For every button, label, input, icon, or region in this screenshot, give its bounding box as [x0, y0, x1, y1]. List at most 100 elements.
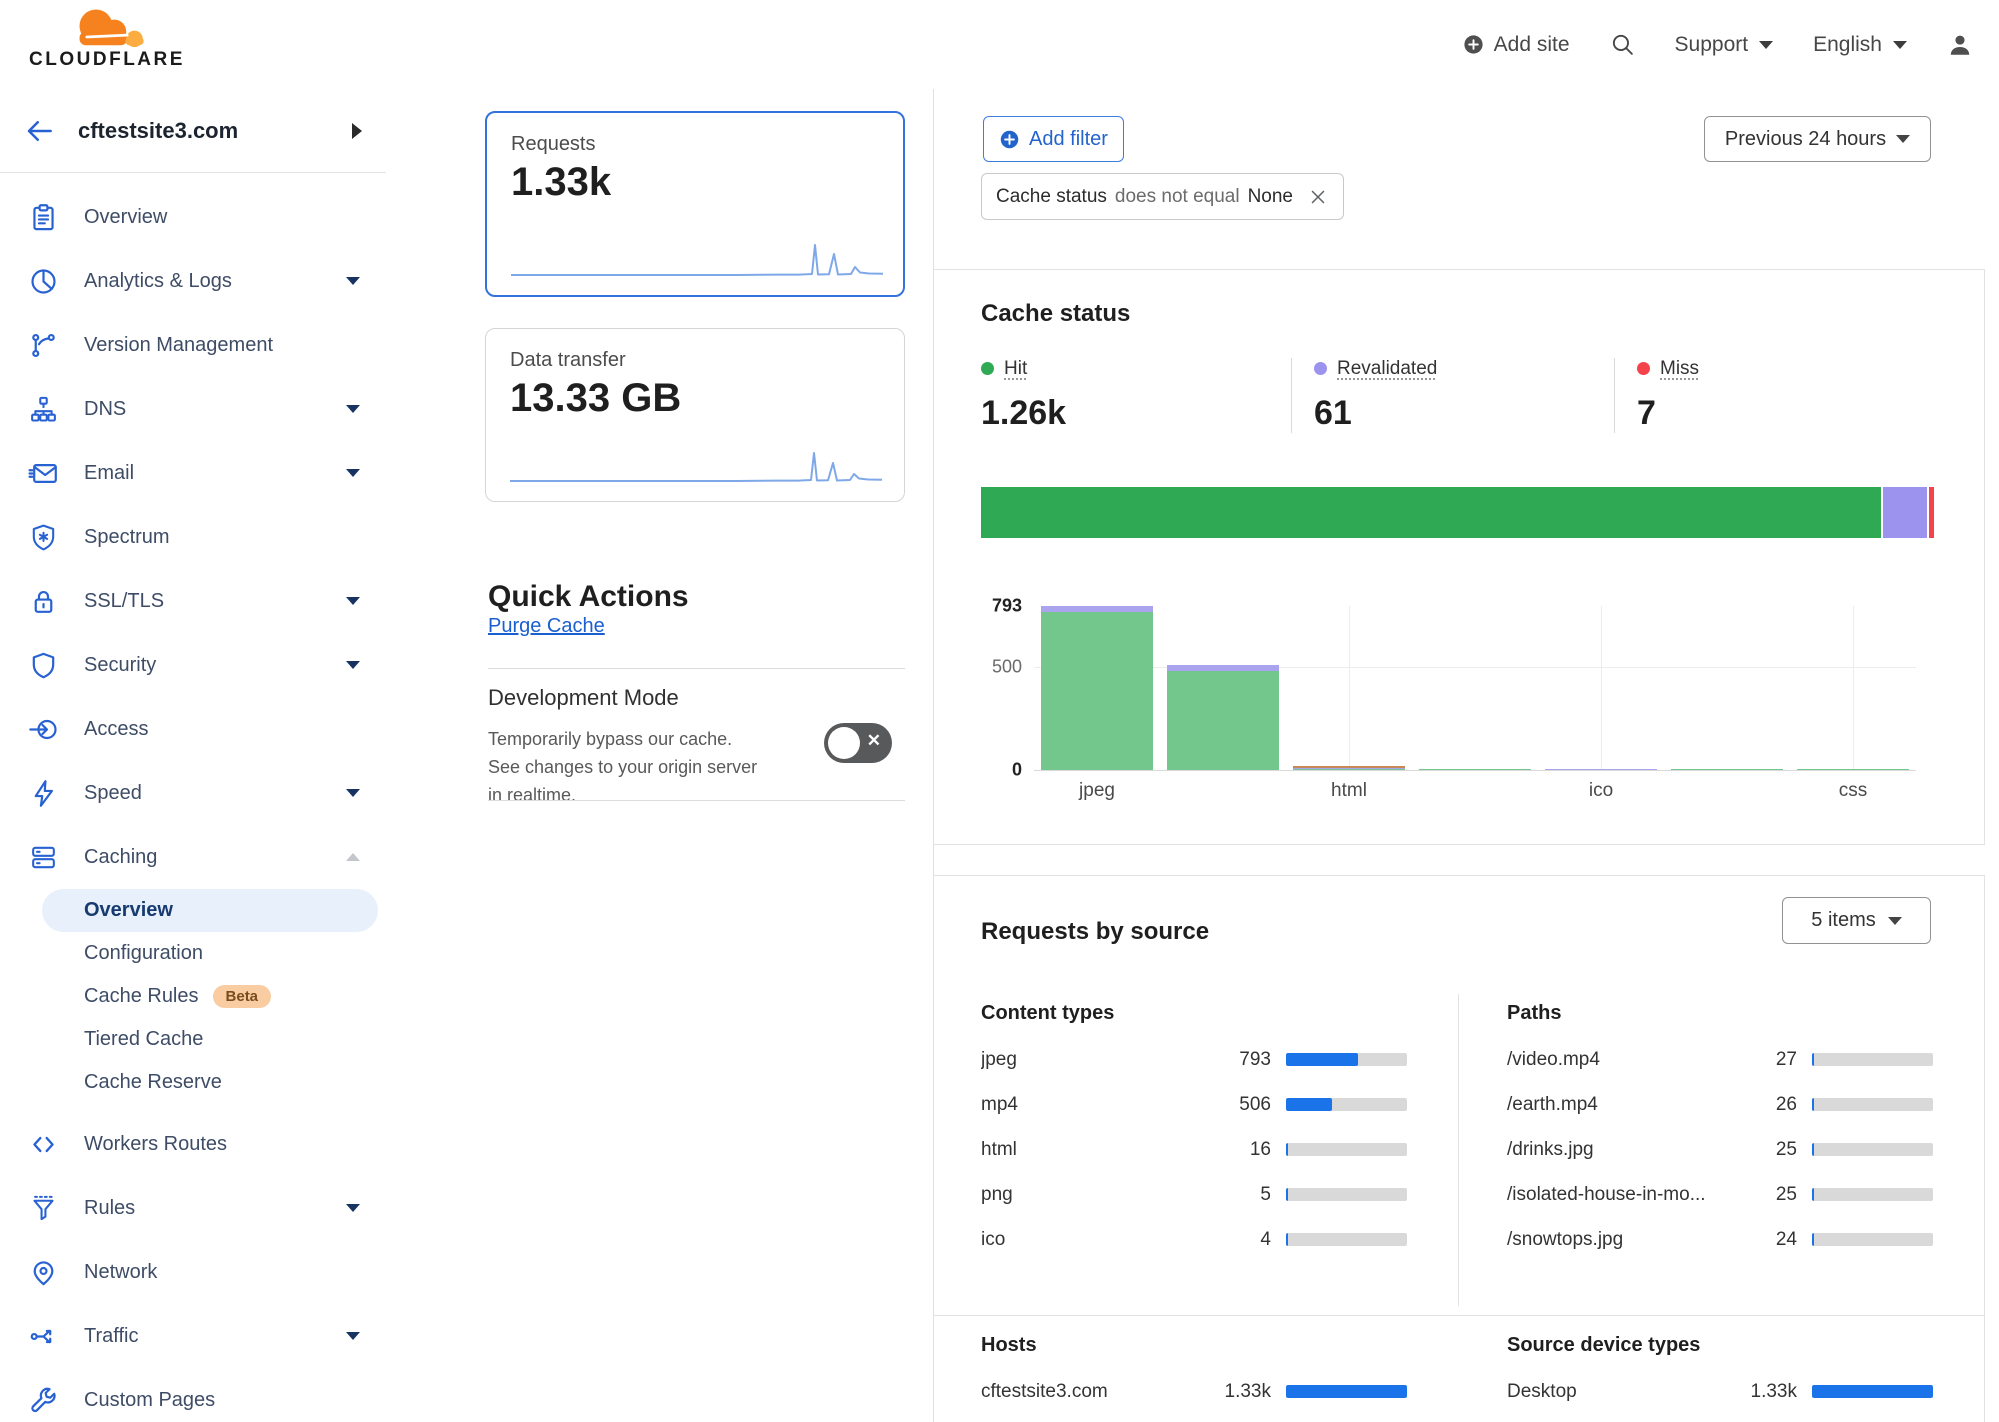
cloudflare-dashboard: CLOUDFLARE Add site Support: [0, 0, 1999, 1422]
requests-by-source-title: Requests by source: [981, 918, 1209, 946]
add-filter-label: Add filter: [1029, 128, 1108, 151]
sidebar-item-custom-pages[interactable]: Custom Pages: [0, 1368, 386, 1422]
top-bar: CLOUDFLARE Add site Support: [0, 0, 1999, 90]
legend-label-row: Revalidated: [1314, 358, 1614, 380]
sidebar-item-label: Rules: [84, 1197, 135, 1220]
cache-stat-miss: Miss7: [1614, 358, 1954, 433]
row-value: 25: [1733, 1139, 1797, 1161]
sidebar-subitem-cache-rules[interactable]: Cache RulesBeta: [42, 975, 378, 1018]
language-menu[interactable]: English: [1813, 33, 1907, 57]
sidebar-item-overview[interactable]: Overview: [0, 185, 386, 249]
table-row: /earth.mp426: [1507, 1082, 1933, 1127]
sidebar-item-ssl-tls[interactable]: SSL/TLS: [0, 569, 386, 633]
chevron-down-icon: [346, 405, 360, 413]
sidebar-item-analytics-logs[interactable]: Analytics & Logs: [0, 249, 386, 313]
sidebar-item-rules[interactable]: Rules: [0, 1176, 386, 1240]
hosts-title: Hosts: [981, 1334, 1407, 1357]
sidebar-subitem-label: Overview: [84, 899, 173, 922]
time-range-select[interactable]: Previous 24 hours: [1704, 116, 1931, 162]
sidebar-item-dns[interactable]: DNS: [0, 377, 386, 441]
dns-tree-icon: [28, 394, 59, 425]
items-count-select[interactable]: 5 items: [1782, 897, 1931, 944]
close-icon[interactable]: [1307, 186, 1329, 208]
table-row: cftestsite3.com1.33k: [981, 1369, 1407, 1414]
sidebar-subitem-overview[interactable]: Overview: [42, 889, 378, 932]
site-selector-row[interactable]: cftestsite3.com: [0, 89, 386, 173]
clipboard-icon: [28, 202, 59, 233]
sidebar-item-workers-routes[interactable]: Workers Routes: [0, 1112, 386, 1176]
add-site-label: Add site: [1494, 33, 1570, 57]
x-axis-label: ico: [1589, 780, 1613, 802]
filter-chip-operator: does not equal: [1115, 186, 1240, 208]
sidebar-subitem-label: Cache Reserve: [84, 1071, 222, 1094]
middle-column: Requests 1.33k Data transfer 13.33 GB Qu…: [386, 89, 933, 1422]
sidebar-subitem-label: Configuration: [84, 942, 203, 965]
filter-chip[interactable]: Cache status does not equal None: [981, 173, 1344, 220]
legend-label: Miss: [1660, 358, 1699, 380]
sidebar-item-network[interactable]: Network: [0, 1240, 386, 1304]
sidebar-item-label: DNS: [84, 398, 126, 421]
row-bar-fill: [1812, 1233, 1814, 1246]
data-transfer-metric-card[interactable]: Data transfer 13.33 GB: [485, 328, 905, 502]
chevron-right-icon[interactable]: [352, 123, 362, 139]
chevron-down-icon: [346, 1332, 360, 1340]
chevron-up-icon: [346, 853, 360, 861]
sidebar-item-security[interactable]: Security: [0, 633, 386, 697]
row-bar-fill: [1812, 1385, 1933, 1398]
sidebar-item-traffic[interactable]: Traffic: [0, 1304, 386, 1368]
row-value: 26: [1733, 1094, 1797, 1116]
row-value: 5: [1207, 1184, 1271, 1206]
user-avatar[interactable]: [1947, 32, 1973, 58]
development-mode-title: Development Mode: [488, 685, 679, 711]
sidebar-subitem-configuration[interactable]: Configuration: [42, 932, 378, 975]
table-row: /video.mp427: [1507, 1037, 1933, 1082]
language-label: English: [1813, 33, 1882, 57]
table-row: png5: [981, 1172, 1407, 1217]
bar-html: [1286, 606, 1412, 770]
row-bar-track: [1286, 1233, 1407, 1246]
bar-css: [1790, 606, 1916, 770]
x-axis-label: css: [1839, 780, 1868, 802]
row-bar-fill: [1286, 1053, 1358, 1066]
row-value: 506: [1207, 1094, 1271, 1116]
row-bar-track: [1812, 1233, 1933, 1246]
requests-metric-card[interactable]: Requests 1.33k: [485, 111, 905, 297]
development-mode-toggle[interactable]: ✕: [824, 723, 892, 763]
row-label: /earth.mp4: [1507, 1094, 1733, 1116]
bar-mp4: [1160, 606, 1286, 770]
sidebar-item-version-management[interactable]: Version Management: [0, 313, 386, 377]
sidebar-item-email[interactable]: Email: [0, 441, 386, 505]
sidebar-subitem-tiered-cache[interactable]: Tiered Cache: [42, 1018, 378, 1061]
search-button[interactable]: [1610, 32, 1635, 57]
items-count-label: 5 items: [1811, 909, 1875, 932]
row-bar-track: [1286, 1143, 1407, 1156]
y-axis-tick: 500: [992, 656, 1022, 677]
chevron-down-icon: [346, 277, 360, 285]
table-row: /drinks.jpg25: [1507, 1127, 1933, 1172]
cloudflare-logo[interactable]: CLOUDFLARE: [22, 4, 192, 71]
person-icon: [1947, 32, 1973, 58]
sidebar-item-access[interactable]: Access: [0, 697, 386, 761]
sidebar-subitem-cache-reserve[interactable]: Cache Reserve: [42, 1061, 378, 1104]
support-menu[interactable]: Support: [1675, 33, 1774, 57]
sidebar-item-label: Spectrum: [84, 526, 170, 549]
cache-status-title: Cache status: [981, 300, 1130, 328]
legend-label: Hit: [1004, 358, 1027, 380]
row-label: cftestsite3.com: [981, 1381, 1207, 1403]
sidebar-item-caching[interactable]: Caching: [0, 825, 386, 889]
add-filter-button[interactable]: Add filter: [983, 116, 1124, 162]
chevron-down-icon: [346, 469, 360, 477]
add-site-button[interactable]: Add site: [1462, 33, 1570, 57]
cloudflare-cloud-icon: [55, 4, 159, 48]
back-arrow-icon[interactable]: [24, 116, 54, 146]
cache-status-panel: Cache status Hit1.26kRevalidated61Miss7 …: [934, 269, 1985, 845]
sidebar-subitem-label: Cache Rules: [84, 985, 199, 1008]
sidebar-item-spectrum[interactable]: Spectrum: [0, 505, 386, 569]
data-transfer-value: 13.33 GB: [510, 376, 880, 421]
time-range-label: Previous 24 hours: [1725, 128, 1886, 151]
divider: [488, 668, 905, 669]
row-label: /snowtops.jpg: [1507, 1229, 1733, 1251]
purge-cache-link[interactable]: Purge Cache: [488, 615, 605, 638]
filter-chip-field: Cache status: [996, 186, 1107, 208]
sidebar-item-speed[interactable]: Speed: [0, 761, 386, 825]
